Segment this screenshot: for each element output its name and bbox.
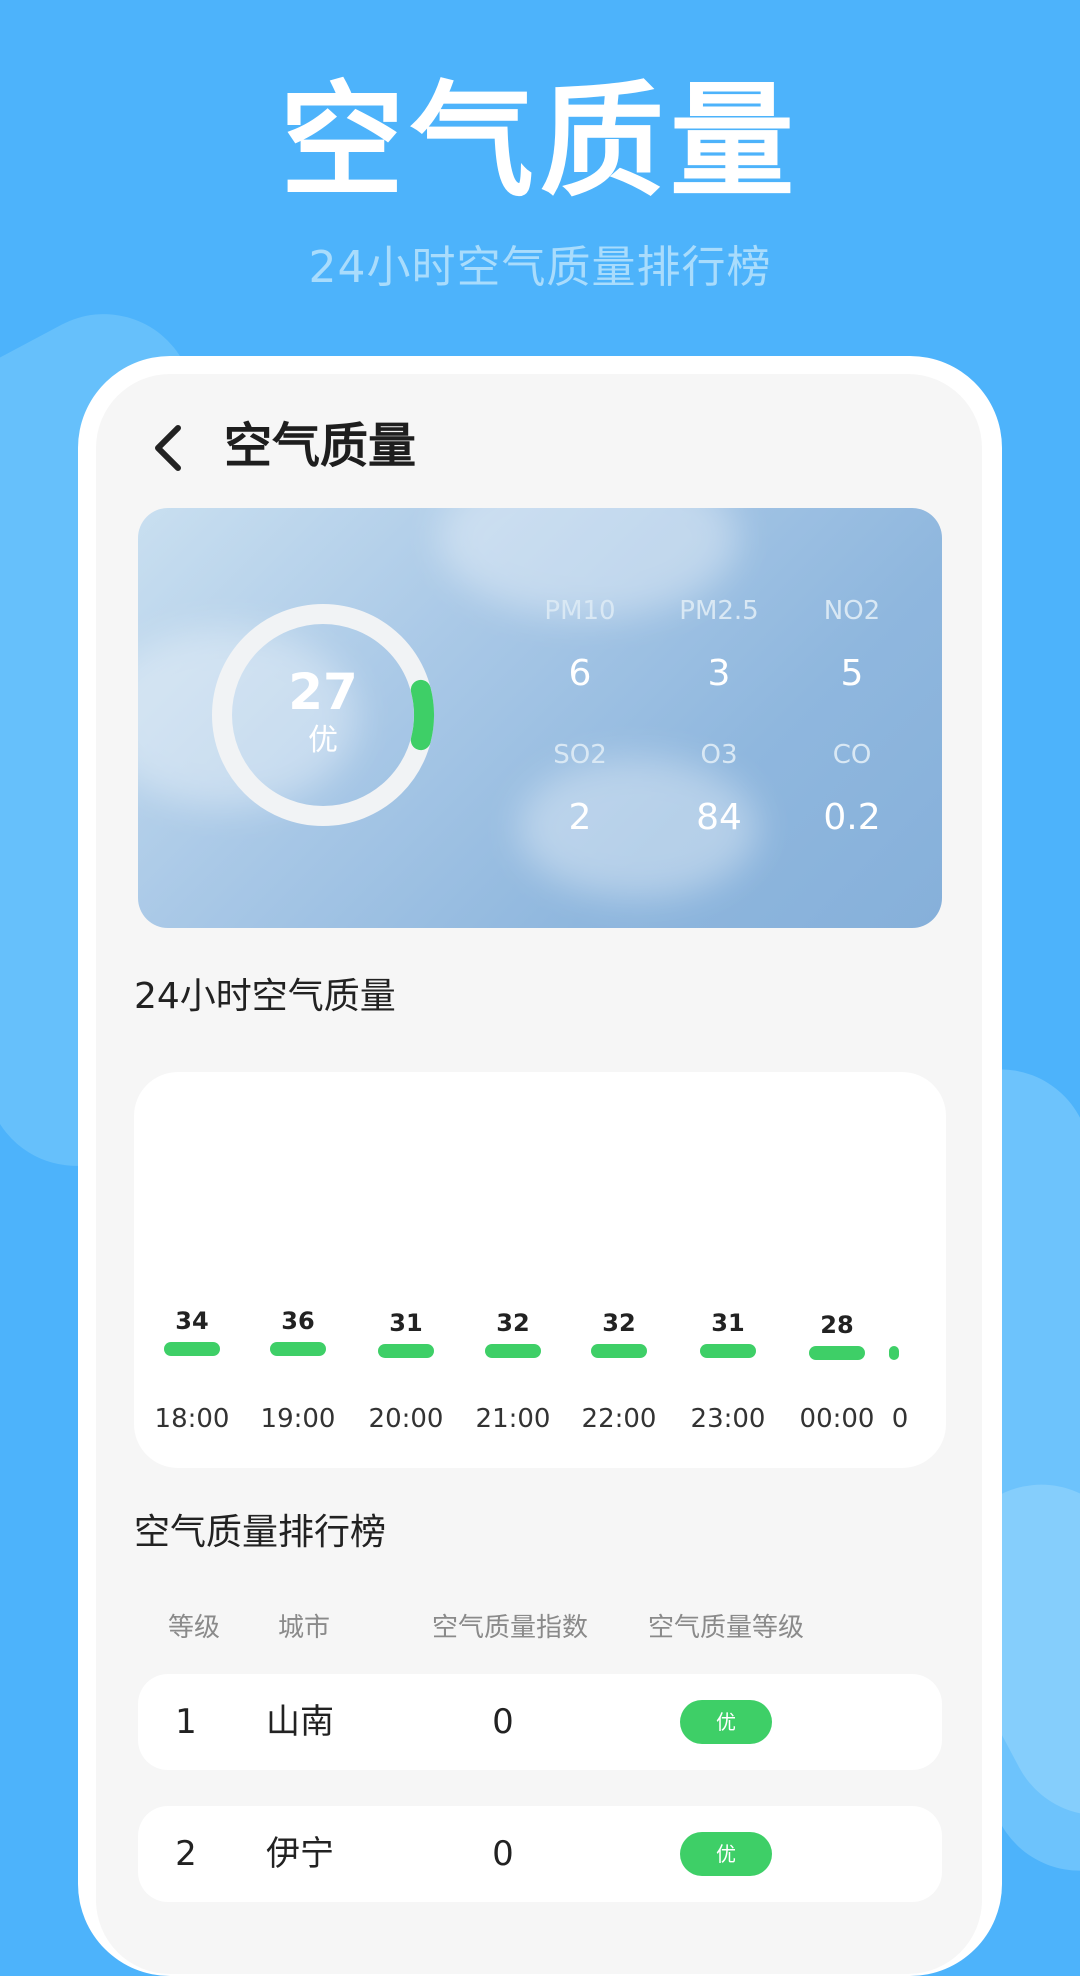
ranking-section-title: 空气质量排行榜 xyxy=(134,1512,387,1553)
hourly-bar xyxy=(809,1346,865,1360)
hourly-time: 21:00 xyxy=(475,1404,551,1434)
hourly-value: 32 xyxy=(602,1309,636,1337)
ranking-rank: 1 xyxy=(175,1702,197,1742)
pollutant-value: 6 xyxy=(568,653,592,694)
hourly-time: 0 xyxy=(891,1404,909,1434)
ranking-row[interactable]: 2 伊宁 0 优 xyxy=(138,1806,942,1902)
ranking-city: 山南 xyxy=(266,1702,334,1742)
hourly-item: 34 18:00 xyxy=(137,1072,247,1468)
hourly-bar xyxy=(700,1344,756,1358)
hourly-item: 36 19:00 xyxy=(243,1072,353,1468)
ranking-rank: 2 xyxy=(175,1834,197,1874)
ranking-index: 0 xyxy=(492,1702,514,1742)
pollutant-no2: NO2 5 xyxy=(772,594,932,696)
hourly-time: 22:00 xyxy=(581,1404,657,1434)
aqi-level: 优 xyxy=(308,723,338,758)
ranking-row[interactable]: 1 山南 0 优 xyxy=(138,1674,942,1770)
hourly-value: 28 xyxy=(820,1311,854,1339)
hourly-item: 0 xyxy=(889,1072,946,1468)
level-badge: 优 xyxy=(680,1832,772,1876)
ranking-table-header: 等级 城市 空气质量指数 空气质量等级 xyxy=(96,1608,982,1648)
column-header-rank: 等级 xyxy=(168,1613,221,1643)
page-title: 空气质量 xyxy=(224,418,417,474)
hourly-item: 31 20:00 xyxy=(351,1072,461,1468)
promo-title: 空气质量 xyxy=(279,70,800,214)
hourly-time: 20:00 xyxy=(368,1404,444,1434)
hourly-bar xyxy=(378,1344,434,1358)
pollutant-label: PM10 xyxy=(544,596,616,626)
aqi-value: 27 xyxy=(288,663,358,721)
hourly-value: 36 xyxy=(281,1307,315,1335)
column-header-level: 空气质量等级 xyxy=(648,1613,805,1643)
pollutant-label: SO2 xyxy=(553,740,607,770)
hourly-bar xyxy=(270,1342,326,1356)
hourly-value: 31 xyxy=(711,1309,745,1337)
aqi-gauge: 27 优 xyxy=(210,602,436,828)
hourly-item: 28 00:00 xyxy=(782,1072,892,1468)
hourly-time: 23:00 xyxy=(690,1404,766,1434)
level-badge: 优 xyxy=(680,1700,772,1744)
app-screen: 空气质量 27 优 PM10 6 PM2.5 3 NO2 5 SO2 2 O3 … xyxy=(96,374,982,1974)
column-header-city: 城市 xyxy=(278,1613,331,1643)
hourly-bar xyxy=(485,1344,541,1358)
hourly-time: 00:00 xyxy=(799,1404,875,1434)
column-header-index: 空气质量指数 xyxy=(432,1613,589,1643)
hourly-time: 18:00 xyxy=(154,1404,230,1434)
hourly-item: 32 21:00 xyxy=(458,1072,568,1468)
chevron-left-icon[interactable] xyxy=(142,418,196,478)
hourly-value: 31 xyxy=(389,1309,423,1337)
pollutant-value: 0.2 xyxy=(823,797,881,838)
hourly-bar xyxy=(164,1342,220,1356)
ranking-city: 伊宁 xyxy=(266,1834,334,1874)
pollutant-label: CO xyxy=(832,740,872,770)
pollutant-label: NO2 xyxy=(823,596,881,626)
hourly-aqi-list[interactable]: 34 18:00 36 19:00 31 20:00 32 21:00 32 2… xyxy=(134,1072,946,1468)
hourly-bar xyxy=(591,1344,647,1358)
pollutant-pm10: PM10 6 xyxy=(500,594,660,696)
pollutant-co: CO 0.2 xyxy=(772,738,932,840)
pollutant-so2: SO2 2 xyxy=(500,738,660,840)
hourly-time: 19:00 xyxy=(260,1404,336,1434)
hourly-item: 32 22:00 xyxy=(564,1072,674,1468)
hourly-value: 34 xyxy=(175,1307,209,1335)
hourly-bar xyxy=(889,1346,899,1360)
aqi-summary-card: 27 优 PM10 6 PM2.5 3 NO2 5 SO2 2 O3 84 CO… xyxy=(138,508,942,928)
hourly-item: 31 23:00 xyxy=(673,1072,783,1468)
pollutant-value: 2 xyxy=(568,797,592,838)
promo-subtitle: 24小时空气质量排行榜 xyxy=(308,242,772,293)
hourly-value: 32 xyxy=(496,1309,530,1337)
hourly-section-title: 24小时空气质量 xyxy=(134,976,396,1017)
ranking-index: 0 xyxy=(492,1834,514,1874)
pollutant-value: 5 xyxy=(840,653,864,694)
